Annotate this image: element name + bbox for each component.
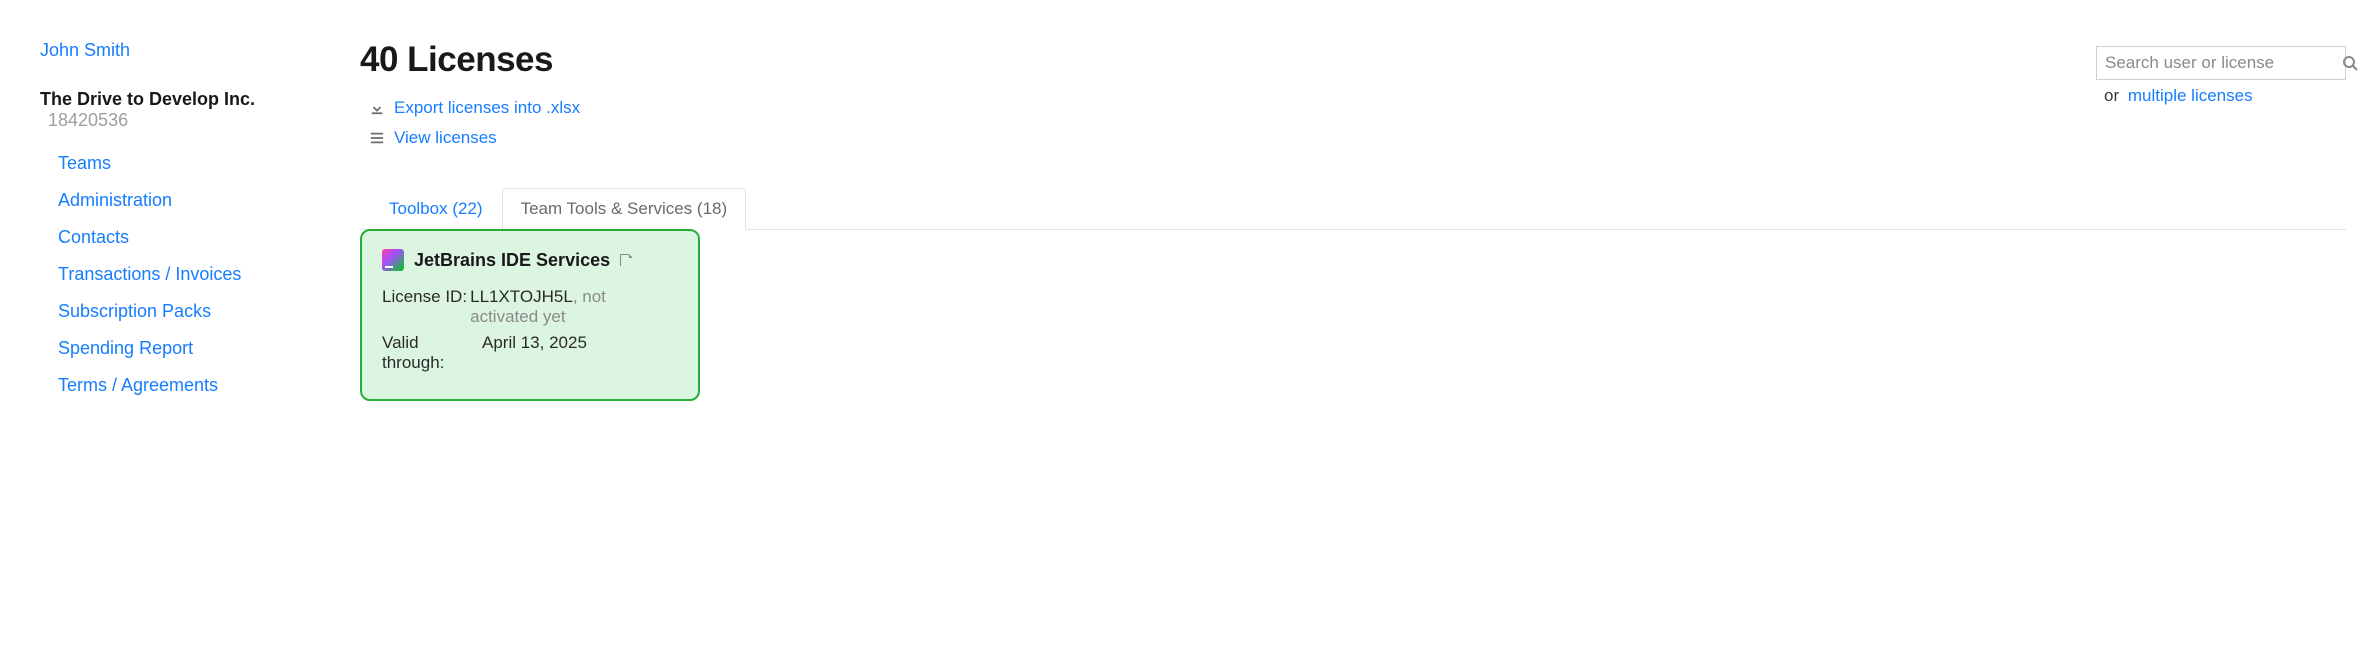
search-icon[interactable] xyxy=(2334,55,2366,71)
org-name: The Drive to Develop Inc. xyxy=(40,89,255,109)
tabs-bar: Toolbox (22) Team Tools & Services (18) xyxy=(360,188,2346,230)
org-id: 18420536 xyxy=(48,110,128,130)
search-input[interactable] xyxy=(2097,49,2334,77)
sidebar-item-terms-agreements[interactable]: Terms / Agreements xyxy=(58,367,330,404)
sidebar-item-subscription-packs[interactable]: Subscription Packs xyxy=(58,293,330,330)
sidebar-item-teams[interactable]: Teams xyxy=(58,145,330,182)
search-or-row: or multiple licenses xyxy=(2096,86,2346,106)
search-wrap xyxy=(2096,46,2346,80)
export-action[interactable]: Export licenses into .xlsx xyxy=(360,98,2096,118)
sidebar-item-spending-report[interactable]: Spending Report xyxy=(58,330,330,367)
sidebar-item-administration[interactable]: Administration xyxy=(58,182,330,219)
org-row: The Drive to Develop Inc. 18420536 xyxy=(40,89,330,131)
export-link-label: Export licenses into .xlsx xyxy=(394,98,580,118)
view-action[interactable]: View licenses xyxy=(360,128,2096,148)
license-id-label: License ID: xyxy=(382,287,470,327)
multiple-licenses-link[interactable]: multiple licenses xyxy=(2128,86,2253,105)
product-icon xyxy=(382,249,404,271)
valid-through-value: April 13, 2025 xyxy=(482,333,587,373)
sidebar-nav: Teams Administration Contacts Transactio… xyxy=(40,145,330,404)
sidebar-item-contacts[interactable]: Contacts xyxy=(58,219,330,256)
tab-toolbox[interactable]: Toolbox (22) xyxy=(370,188,502,229)
list-icon xyxy=(368,131,386,145)
license-card: JetBrains IDE Services License ID: LL1XT… xyxy=(360,229,700,401)
license-id-value: LL1XTOJH5L xyxy=(470,287,573,306)
notes-icon[interactable] xyxy=(618,252,634,268)
sidebar: John Smith The Drive to Develop Inc. 184… xyxy=(0,40,350,404)
sidebar-item-transactions-invoices[interactable]: Transactions / Invoices xyxy=(58,256,330,293)
main: 40 Licenses Export licenses into .xlsx V… xyxy=(350,40,2366,404)
tab-team-tools-services[interactable]: Team Tools & Services (18) xyxy=(502,188,747,230)
view-link-label: View licenses xyxy=(394,128,497,148)
valid-through-label: Valid through: xyxy=(382,333,482,373)
user-link[interactable]: John Smith xyxy=(40,40,130,61)
download-icon xyxy=(368,101,386,115)
license-product-name: JetBrains IDE Services xyxy=(414,250,610,271)
page-title: 40 Licenses xyxy=(360,40,2096,80)
or-word: or xyxy=(2104,86,2119,105)
